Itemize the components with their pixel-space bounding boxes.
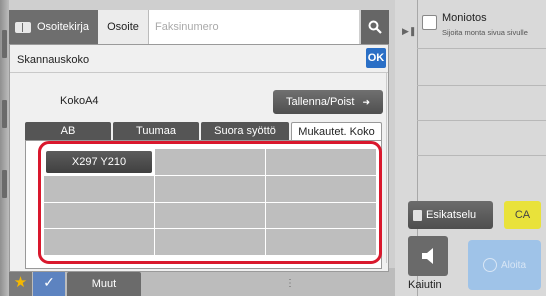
divider — [417, 48, 546, 49]
search-button[interactable] — [361, 10, 389, 44]
tab-custom-size[interactable]: Mukautet. Koko — [291, 122, 382, 140]
start-button[interactable]: Aloita — [468, 240, 541, 290]
search-icon — [368, 20, 382, 34]
multi-shot-option[interactable]: Moniotos Sijoita monta sivua sivulle — [422, 12, 546, 42]
tab-direct-input[interactable]: Suora syöttö — [201, 122, 289, 140]
star-icon: ★ — [13, 274, 28, 291]
arrow-right-icon: ➜ — [362, 96, 371, 107]
preview-icon — [413, 209, 422, 221]
preview-label: Esikatselu — [426, 209, 477, 221]
divider — [417, 155, 546, 156]
address-button[interactable]: Osoite — [98, 10, 149, 44]
divider — [417, 85, 546, 86]
highlight-frame — [38, 141, 382, 264]
tab-label: Suora syöttö — [214, 125, 276, 137]
tab-label: Tuumaa — [136, 125, 176, 137]
ok-label: OK — [367, 52, 385, 64]
multi-shot-subtitle: Sijoita monta sivua sivulle — [442, 28, 528, 37]
dialog-scrollbar[interactable] — [386, 73, 387, 263]
tab-inch[interactable]: Tuumaa — [113, 122, 199, 140]
save-delete-label: Tallenna/Poist — [285, 96, 355, 108]
bottom-bar: ★ ✓ Muut ⋮ — [9, 268, 395, 296]
clear-all-label: CA — [514, 209, 531, 221]
dialog-title: Skannauskoko — [17, 54, 90, 66]
tab-label: Mukautet. Koko — [298, 125, 375, 138]
multi-shot-checkbox[interactable] — [422, 15, 437, 30]
multi-shot-title: Moniotos — [442, 12, 487, 24]
address-book-label: Osoitekirja — [37, 21, 89, 33]
favorite-button[interactable]: ★ — [9, 268, 32, 296]
start-label: Aloita — [500, 259, 526, 271]
check-button[interactable]: ✓ — [33, 268, 65, 296]
fax-number-input[interactable] — [149, 10, 359, 44]
address-label: Osoite — [107, 21, 139, 33]
start-icon — [482, 258, 497, 272]
dialog-divider — [10, 72, 388, 73]
speaker-button[interactable] — [408, 236, 448, 276]
address-book-button[interactable]: Osoitekirja — [9, 10, 98, 44]
tab-label: AB — [60, 125, 76, 137]
right-panel: ▶❚ Moniotos Sijoita monta sivua sivulle … — [395, 0, 546, 296]
preview-button[interactable]: Esikatselu — [408, 201, 493, 229]
size-label: KokoA4 — [60, 95, 99, 107]
address-book-icon — [15, 21, 31, 33]
left-edge-strip — [0, 0, 9, 296]
checkmark-icon: ✓ — [43, 273, 55, 290]
scan-size-dialog: Skannauskoko OK KokoA4 Tallenna/Poist ➜ … — [9, 44, 389, 272]
clear-all-button[interactable]: CA — [504, 201, 541, 229]
save-delete-button[interactable]: Tallenna/Poist ➜ — [273, 90, 383, 114]
tab-ab[interactable]: AB — [25, 122, 111, 140]
page-indicator-dots: ⋮ — [285, 278, 295, 289]
more-label: Muut — [91, 278, 117, 290]
top-bar: Osoitekirja Osoite — [9, 10, 389, 44]
left-tab-marker — [2, 170, 7, 198]
left-tab-marker — [2, 100, 7, 128]
more-button[interactable]: Muut — [67, 272, 141, 296]
left-tab-marker — [2, 30, 7, 58]
divider — [417, 120, 546, 121]
speaker-icon — [422, 248, 433, 264]
speaker-label: Kaiutin — [408, 279, 442, 291]
ok-button[interactable]: OK — [366, 48, 386, 68]
expand-arrow-icon[interactable]: ▶❚ — [402, 26, 416, 37]
